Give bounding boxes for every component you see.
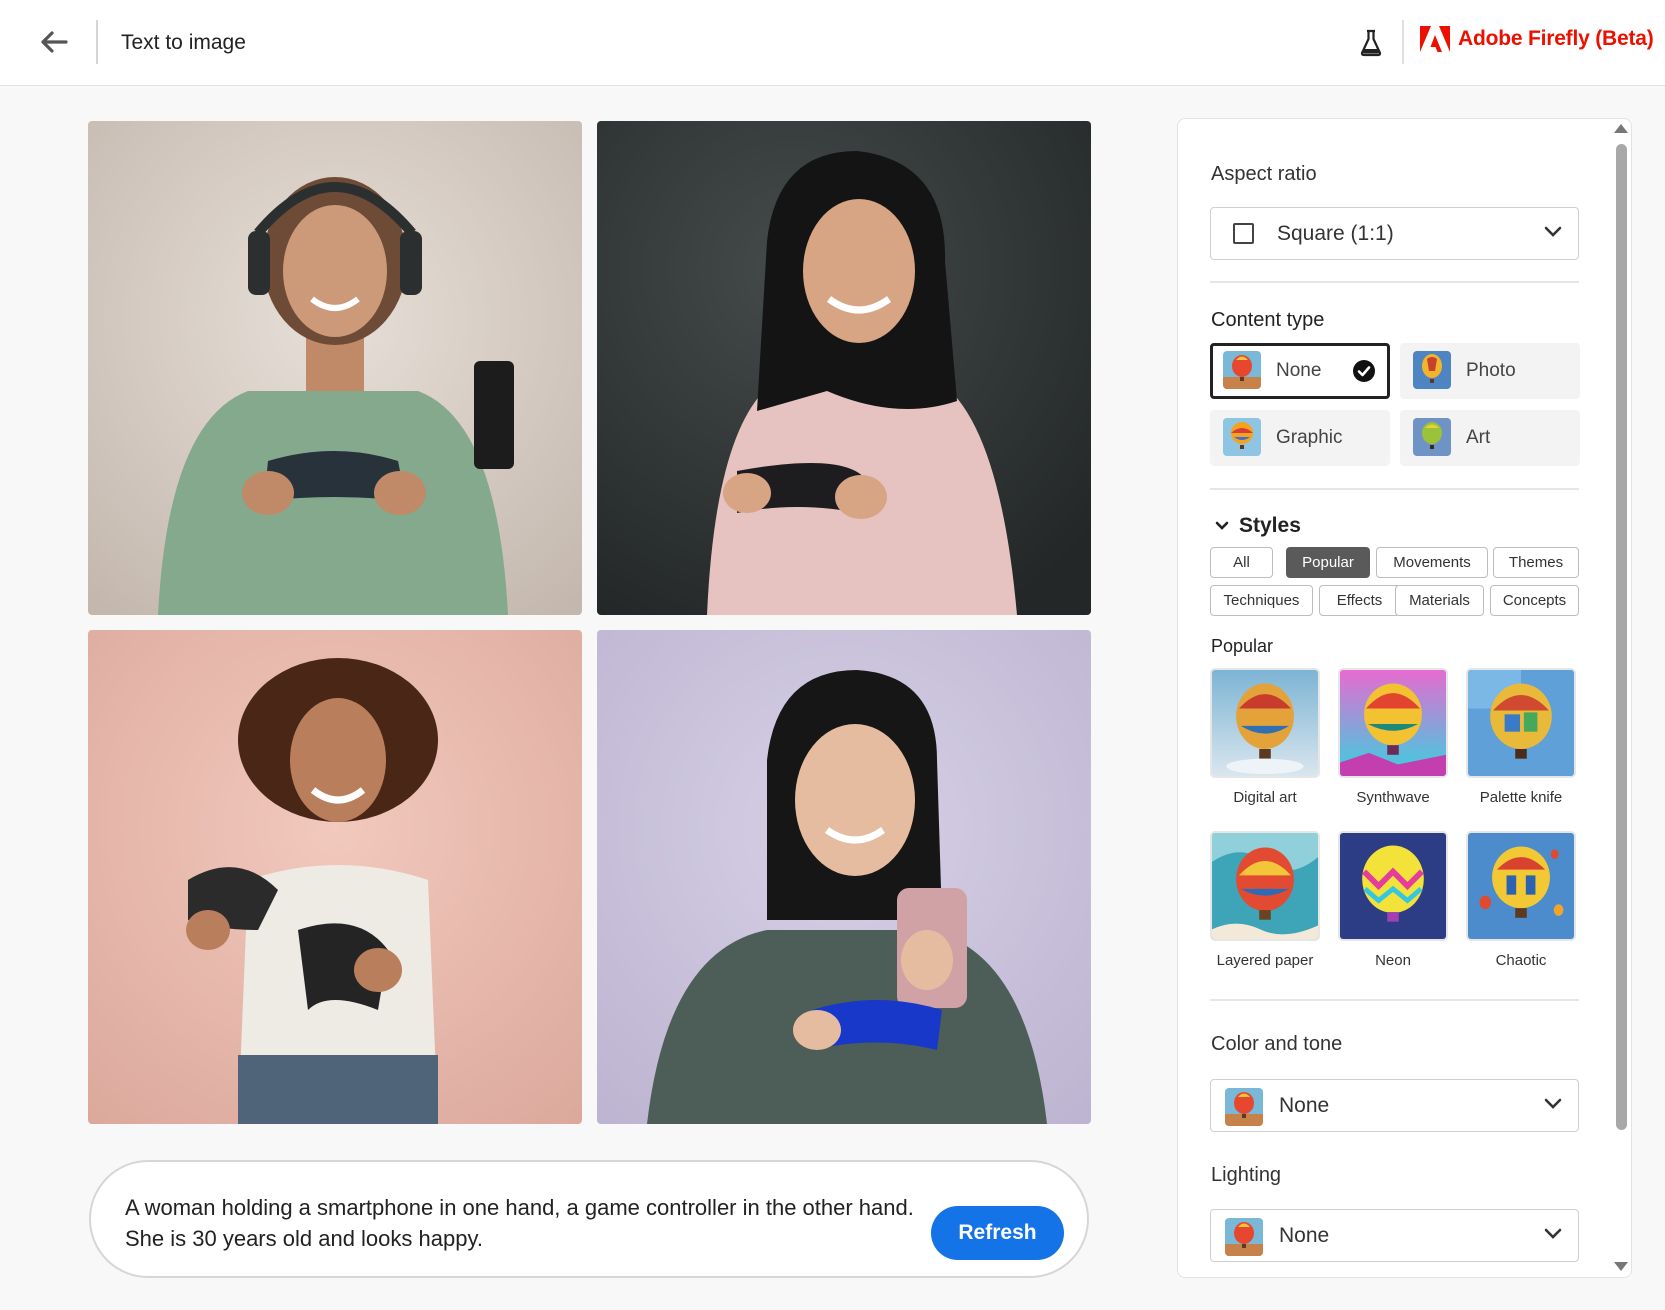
header-divider [1402, 20, 1404, 64]
color-tone-value: None [1279, 1094, 1330, 1117]
chip-movements[interactable]: Movements [1376, 547, 1488, 578]
chip-techniques[interactable]: Techniques [1210, 585, 1313, 616]
scroll-up-arrow-icon[interactable] [1614, 124, 1628, 133]
content-type-art-label: Art [1466, 427, 1491, 448]
color-tone-heading: Color and tone [1211, 1033, 1343, 1055]
content-type-heading: Content type [1211, 309, 1325, 331]
chevron-down-icon [1215, 521, 1229, 530]
square-ratio-icon [1233, 223, 1254, 244]
generated-image-2[interactable] [597, 121, 1091, 615]
aspect-ratio-value: Square (1:1) [1277, 222, 1394, 245]
content-type-graphic[interactable]: Graphic [1210, 410, 1390, 466]
checkmark-icon [1353, 360, 1375, 382]
beta-flask-icon[interactable] [1359, 29, 1383, 57]
divider [1210, 999, 1579, 1001]
divider [1210, 488, 1579, 490]
balloon-thumb-icon [1413, 418, 1451, 456]
content-type-none[interactable]: None [1210, 343, 1390, 399]
brand-logo: Adobe Firefly (Beta) [1420, 26, 1654, 52]
generated-image-4[interactable] [597, 630, 1091, 1124]
brand-name: Adobe Firefly (Beta) [1458, 27, 1654, 50]
content-type-photo[interactable]: Photo [1400, 343, 1580, 399]
scrollbar-thumb[interactable] [1616, 144, 1627, 1130]
content-type-art[interactable]: Art [1400, 410, 1580, 466]
aspect-ratio-heading: Aspect ratio [1211, 163, 1317, 185]
style-palette-knife[interactable] [1466, 668, 1576, 778]
refresh-button[interactable]: Refresh [931, 1206, 1064, 1260]
prompt-bar: A woman holding a smartphone in one hand… [89, 1160, 1089, 1278]
style-neon[interactable] [1338, 831, 1448, 941]
chevron-down-icon [1544, 226, 1562, 237]
balloon-thumb-icon [1223, 351, 1261, 389]
prompt-input[interactable]: A woman holding a smartphone in one hand… [125, 1192, 935, 1254]
lighting-value: None [1279, 1224, 1330, 1247]
popular-section-label: Popular [1211, 636, 1274, 656]
chip-materials[interactable]: Materials [1395, 585, 1484, 616]
lighting-heading: Lighting [1211, 1164, 1282, 1186]
back-arrow-icon[interactable] [38, 26, 70, 58]
chip-concepts[interactable]: Concepts [1490, 585, 1579, 616]
settings-panel: Aspect ratio Square (1:1) Content type N… [1177, 118, 1632, 1278]
adobe-logo-icon [1420, 26, 1450, 52]
chip-popular[interactable]: Popular [1286, 547, 1370, 578]
style-digital-art[interactable] [1210, 668, 1320, 778]
styles-heading: Styles [1239, 514, 1301, 537]
divider [1210, 281, 1579, 283]
style-chaotic[interactable] [1466, 831, 1576, 941]
lighting-select[interactable]: None [1210, 1209, 1579, 1262]
style-synthwave-label: Synthwave [1356, 789, 1430, 806]
color-tone-select[interactable]: None [1210, 1079, 1579, 1132]
style-digital-art-label: Digital art [1233, 789, 1297, 806]
header-divider [96, 20, 98, 64]
aspect-ratio-select[interactable]: Square (1:1) [1210, 207, 1579, 260]
style-palette-knife-label: Palette knife [1479, 789, 1563, 806]
generated-image-1[interactable] [88, 121, 582, 615]
content-type-none-label: None [1276, 360, 1322, 381]
style-layered-paper[interactable] [1210, 831, 1320, 941]
styles-toggle[interactable]: Styles [1215, 514, 1301, 538]
style-chaotic-label: Chaotic [1495, 952, 1547, 969]
scroll-down-arrow-icon[interactable] [1614, 1262, 1628, 1271]
content-type-photo-label: Photo [1466, 360, 1516, 381]
chip-effects[interactable]: Effects [1319, 585, 1400, 616]
chip-themes[interactable]: Themes [1493, 547, 1579, 578]
top-bar: Text to image Adobe Firefly (Beta) [0, 0, 1665, 86]
chevron-down-icon [1544, 1098, 1562, 1109]
style-layered-paper-label: Layered paper [1216, 952, 1314, 969]
generated-image-3[interactable] [88, 630, 582, 1124]
chip-all[interactable]: All [1210, 547, 1273, 578]
page-title: Text to image [121, 31, 246, 54]
balloon-thumb-icon [1413, 351, 1451, 389]
style-synthwave[interactable] [1338, 668, 1448, 778]
balloon-thumb-icon [1223, 418, 1261, 456]
balloon-thumb-icon [1225, 1218, 1263, 1256]
content-type-graphic-label: Graphic [1276, 427, 1343, 448]
chevron-down-icon [1544, 1228, 1562, 1239]
style-neon-label: Neon [1375, 952, 1411, 969]
balloon-thumb-icon [1225, 1088, 1263, 1126]
